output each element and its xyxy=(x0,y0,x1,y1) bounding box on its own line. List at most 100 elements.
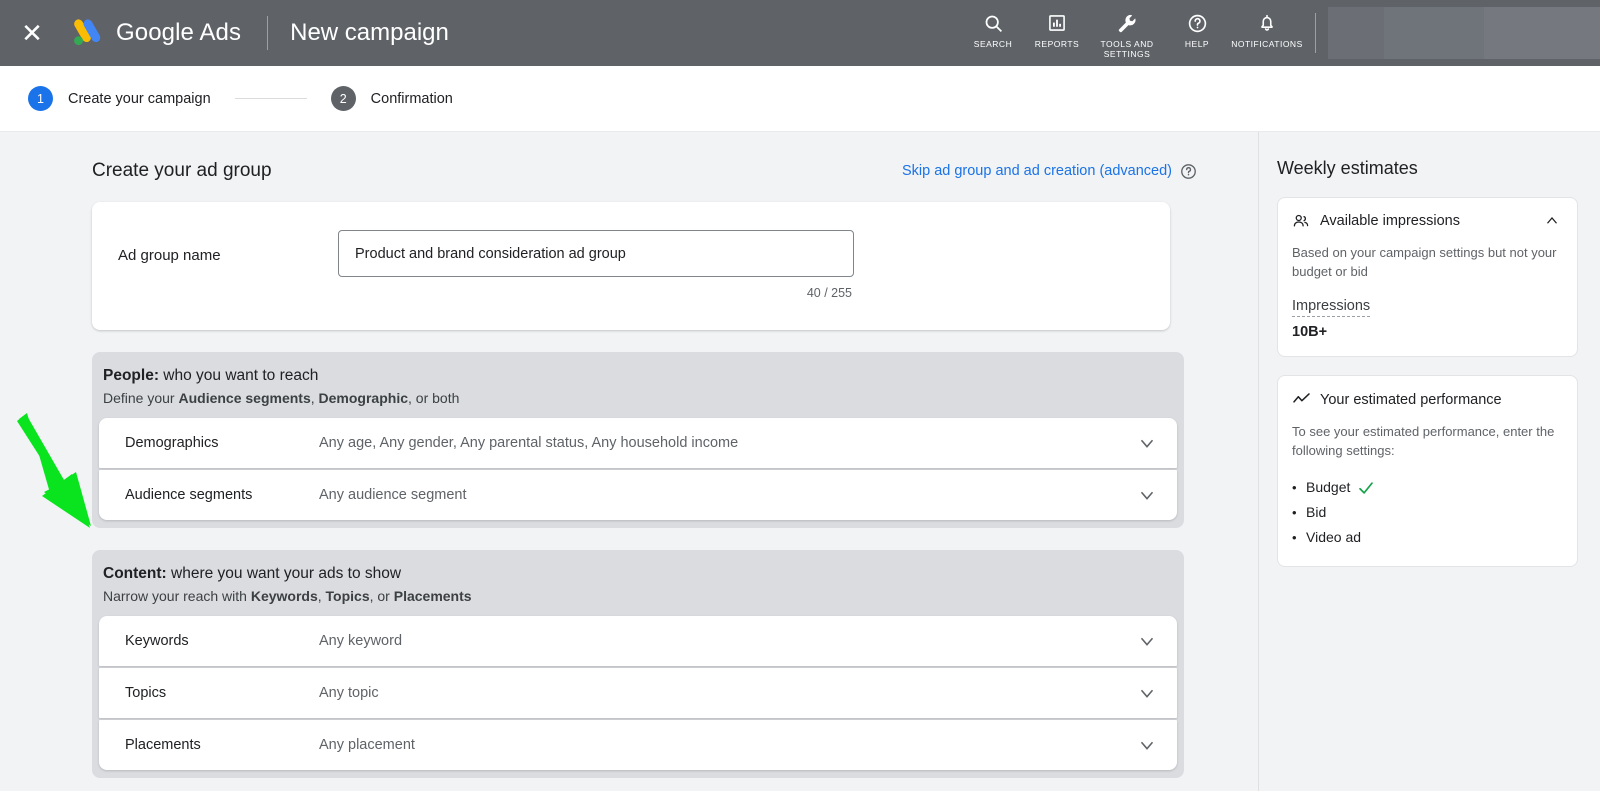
stepper-connector xyxy=(234,98,307,99)
search-icon xyxy=(983,11,1004,35)
weekly-estimates-title: Weekly estimates xyxy=(1277,158,1418,178)
content-rows: Keywords Any keyword Topics Any topic Pl… xyxy=(93,616,1183,770)
people-title-bold: People: xyxy=(103,367,159,384)
weekly-estimates-panel: Weekly estimates Available impressions B… xyxy=(1258,132,1600,791)
ad-group-name-label: Ad group name xyxy=(118,247,221,264)
row-topics[interactable]: Topics Any topic xyxy=(99,668,1177,718)
page-title: New campaign xyxy=(290,19,449,46)
google-ads-logo-icon xyxy=(74,19,101,46)
setting-label: Bid xyxy=(1306,504,1327,520)
available-impressions-header: Available impressions xyxy=(1292,212,1561,230)
top-app-bar: ✕ Google Ads New campaign SEARCH REPORTS… xyxy=(0,0,1600,66)
content-sub-pre: Narrow your reach with xyxy=(103,588,251,604)
brand-ads-text: Ads xyxy=(199,19,242,46)
create-ad-group-title: Create your ad group xyxy=(92,160,272,181)
google-ads-new-campaign-page: ✕ Google Ads New campaign SEARCH REPORTS… xyxy=(0,0,1600,791)
bullet-icon: • xyxy=(1292,480,1297,495)
bullet-icon: • xyxy=(1292,505,1297,520)
skip-ad-group-link[interactable]: Skip ad group and ad creation (advanced) xyxy=(902,163,1172,179)
brand-name: Google Ads xyxy=(116,19,241,47)
row-label: Demographics xyxy=(125,435,219,451)
content-title-rest: where you want your ads to show xyxy=(166,565,402,582)
people-title-rest: who you want to reach xyxy=(158,367,319,384)
trend-line-icon xyxy=(1292,390,1311,409)
chevron-up-icon[interactable] xyxy=(1543,212,1561,230)
ad-group-name-field-wrap: 40 / 255 xyxy=(338,230,854,300)
row-label: Keywords xyxy=(125,633,189,649)
people-section: People: who you want to reach Define you… xyxy=(92,352,1184,528)
main-content-area: Create your ad group Skip ad group and a… xyxy=(0,132,1258,791)
reports-icon xyxy=(1047,11,1067,35)
people-sub-post: , or both xyxy=(408,390,460,406)
campaign-stepper: 1 Create your campaign 2 Confirmation xyxy=(0,66,1600,132)
ad-group-name-input[interactable] xyxy=(338,230,854,277)
section-header-row: Create your ad group Skip ad group and a… xyxy=(92,132,1202,202)
step-2-number: 2 xyxy=(330,86,356,111)
row-value: Any placement xyxy=(319,737,415,753)
list-item: • Bid xyxy=(1292,500,1561,525)
row-placements[interactable]: Placements Any placement xyxy=(99,720,1177,770)
content-section-header: Content: where you want your ads to show… xyxy=(92,550,1184,616)
search-button[interactable]: SEARCH xyxy=(961,0,1025,49)
content-sub-mid: , xyxy=(317,588,326,604)
content-sub-placements: Placements xyxy=(393,588,472,604)
bullet-icon: • xyxy=(1292,530,1297,545)
account-skeleton-2 xyxy=(1384,7,1484,59)
content-section-title: Content: where you want your ads to show xyxy=(103,565,1184,583)
content-sub-keywords: Keywords xyxy=(250,588,318,604)
help-button[interactable]: HELP xyxy=(1165,0,1229,49)
impressions-metric-value: 10B+ xyxy=(1292,324,1328,340)
chevron-down-icon[interactable] xyxy=(1117,484,1177,506)
help-icon xyxy=(1187,11,1208,35)
people-icon xyxy=(1292,212,1311,230)
header-divider xyxy=(267,16,269,50)
step-2-label: Confirmation xyxy=(370,90,453,107)
people-sub-mid: , xyxy=(310,390,319,406)
people-sub-demographic: Demographic xyxy=(318,390,408,406)
row-keywords[interactable]: Keywords Any keyword xyxy=(99,616,1177,666)
people-section-header: People: who you want to reach Define you… xyxy=(92,352,1184,418)
available-impressions-description: Based on your campaign settings but not … xyxy=(1292,245,1557,279)
row-value: Any keyword xyxy=(319,633,403,649)
check-icon xyxy=(1357,479,1375,497)
estimated-performance-card: Your estimated performance To see your e… xyxy=(1277,375,1578,567)
row-label: Audience segments xyxy=(125,487,253,503)
reports-label: REPORTS xyxy=(1034,39,1080,49)
row-value: Any topic xyxy=(319,685,379,701)
bell-icon xyxy=(1257,11,1277,35)
row-demographics[interactable]: Demographics Any age, Any gender, Any pa… xyxy=(99,418,1177,468)
impressions-metric-label[interactable]: Impressions xyxy=(1292,298,1371,317)
top-bar-actions: SEARCH REPORTS TOOLS AND SETTINGS HELP N… xyxy=(961,0,1600,66)
tools-and-settings-button[interactable]: TOOLS AND SETTINGS xyxy=(1089,0,1165,59)
chevron-down-icon[interactable] xyxy=(1117,682,1177,704)
ad-group-name-card: Ad group name 40 / 255 xyxy=(92,202,1170,330)
estimated-performance-title: Your estimated performance xyxy=(1320,391,1502,408)
reports-button[interactable]: REPORTS xyxy=(1025,0,1089,49)
people-sub-pre: Define your xyxy=(103,390,179,406)
close-button[interactable]: ✕ xyxy=(0,0,64,66)
content-section-subtitle: Narrow your reach with Keywords, Topics,… xyxy=(103,588,1184,604)
available-impressions-card: Available impressions Based on your camp… xyxy=(1277,197,1578,357)
help-circle-icon[interactable] xyxy=(1180,163,1197,180)
row-value: Any audience segment xyxy=(319,487,467,503)
chevron-down-icon[interactable] xyxy=(1117,432,1177,454)
setting-label: Video ad xyxy=(1306,529,1362,545)
estimated-performance-header: Your estimated performance xyxy=(1292,390,1561,409)
brand-logo-group[interactable]: Google Ads xyxy=(70,16,241,50)
stepper-step-confirmation[interactable]: 2 Confirmation xyxy=(330,86,453,111)
people-rows: Demographics Any age, Any gender, Any pa… xyxy=(93,418,1183,520)
content-section: Content: where you want your ads to show… xyxy=(92,550,1184,778)
list-item: • Video ad xyxy=(1292,525,1561,550)
search-label: SEARCH xyxy=(973,39,1013,49)
stepper-step-create-campaign[interactable]: 1 Create your campaign xyxy=(28,86,211,111)
available-impressions-title: Available impressions xyxy=(1320,213,1460,229)
step-1-number: 1 xyxy=(28,86,53,111)
help-label: HELP xyxy=(1184,39,1210,49)
chevron-down-icon[interactable] xyxy=(1117,734,1177,756)
content-sub-topics: Topics xyxy=(325,588,370,604)
row-audience-segments[interactable]: Audience segments Any audience segment xyxy=(99,470,1177,520)
notifications-button[interactable]: NOTIFICATIONS xyxy=(1229,0,1305,49)
chevron-down-icon[interactable] xyxy=(1117,630,1177,652)
brand-google-text: Google xyxy=(116,19,194,46)
account-skeleton-3 xyxy=(1484,7,1600,59)
